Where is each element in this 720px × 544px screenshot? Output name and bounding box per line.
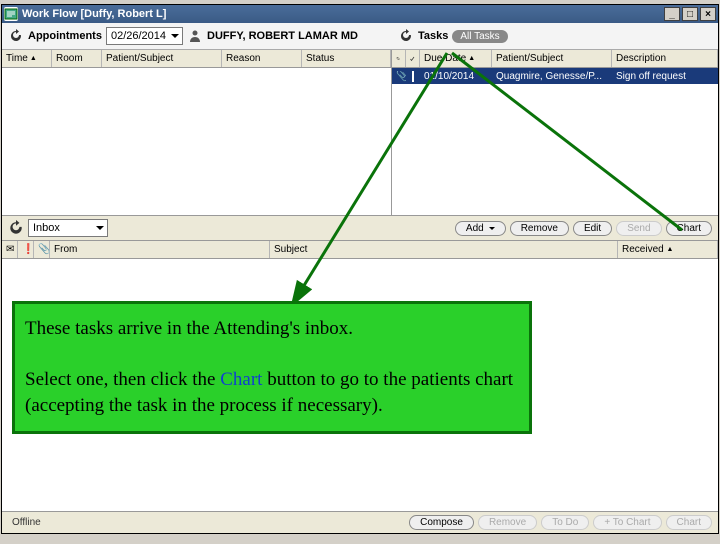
tasks-filter-pill[interactable]: All Tasks — [452, 30, 507, 43]
inbox-dropdown[interactable]: Inbox — [28, 219, 108, 237]
col-attach[interactable] — [392, 50, 406, 67]
col-duedate[interactable]: Due Date▲ — [420, 50, 492, 67]
appt-column-headers: Time▲ Room Patient/Subject Reason Status — [2, 50, 391, 68]
task-row[interactable]: 📎 01/10/2014 Quagmire, Genesse/P... Sign… — [392, 68, 718, 84]
minimize-button[interactable]: _ — [664, 7, 680, 21]
appointments-label: Appointments — [28, 30, 102, 42]
col-check[interactable] — [406, 50, 420, 67]
col-from[interactable]: From — [50, 241, 270, 258]
tochart-button: + To Chart — [593, 515, 661, 530]
task-list-body[interactable]: 📎 01/10/2014 Quagmire, Genesse/P... Sign… — [392, 68, 718, 215]
annotation-line1: These tasks arrive in the Attending's in… — [25, 316, 519, 342]
compose-button[interactable]: Compose — [409, 515, 474, 530]
edit-button[interactable]: Edit — [573, 221, 612, 236]
refresh-icon[interactable] — [8, 28, 24, 44]
col-received[interactable]: Received ▲ — [618, 241, 718, 258]
inbox-column-headers: ✉ ❗ 📎 From Subject Received ▲ — [2, 241, 718, 259]
col-inbox-icon1[interactable]: ✉ — [2, 241, 18, 258]
col-status[interactable]: Status — [302, 50, 391, 67]
maximize-button[interactable]: □ — [682, 7, 698, 21]
mid-toolbar: Inbox Add Remove Edit Send Chart — [2, 215, 718, 241]
send-button: Send — [616, 221, 661, 236]
refresh-inbox-icon[interactable] — [8, 220, 24, 236]
appt-list-body[interactable] — [2, 68, 391, 215]
flag-icon: 📎 — [396, 71, 406, 82]
col-task-desc[interactable]: Description — [612, 50, 718, 67]
date-dropdown[interactable]: 02/26/2014 — [106, 27, 183, 45]
bottom-chart-button: Chart — [666, 515, 712, 530]
person-icon — [187, 28, 203, 44]
status-offline: Offline — [8, 517, 41, 528]
col-room[interactable]: Room — [52, 50, 102, 67]
annotation-line2: Select one, then click the Chart button … — [25, 367, 519, 418]
task-patient: Quagmire, Genesse/P... — [492, 71, 612, 82]
col-inbox-icon2[interactable]: ❗ — [18, 241, 34, 258]
tasks-pane: Due Date▲ Patient/Subject Description 📎 … — [392, 50, 718, 215]
date-value: 02/26/2014 — [111, 30, 166, 42]
col-patient[interactable]: Patient/Subject — [102, 50, 222, 67]
top-toolbar: Appointments 02/26/2014 DUFFY, ROBERT LA… — [2, 23, 718, 50]
tasks-label: Tasks — [418, 30, 448, 42]
col-inbox-icon3[interactable]: 📎 — [34, 241, 50, 258]
close-button[interactable]: × — [700, 7, 716, 21]
task-due: 01/10/2014 — [420, 71, 492, 82]
provider-name: DUFFY, ROBERT LAMAR MD — [207, 30, 358, 42]
todo-button: To Do — [541, 515, 589, 530]
chart-button[interactable]: Chart — [666, 221, 712, 236]
refresh-tasks-icon[interactable] — [398, 28, 414, 44]
main-panes: Time▲ Room Patient/Subject Reason Status… — [2, 50, 718, 215]
bottom-remove-button: Remove — [478, 515, 537, 530]
col-task-patient[interactable]: Patient/Subject — [492, 50, 612, 67]
appointments-pane: Time▲ Room Patient/Subject Reason Status — [2, 50, 392, 215]
window-title: Work Flow [Duffy, Robert L] — [22, 8, 166, 20]
app-icon — [4, 7, 18, 21]
task-checkbox[interactable] — [412, 71, 414, 82]
bottom-toolbar: Offline Compose Remove To Do + To Chart … — [2, 511, 718, 533]
inbox-value: Inbox — [33, 222, 60, 234]
remove-button[interactable]: Remove — [510, 221, 569, 236]
titlebar: Work Flow [Duffy, Robert L] _ □ × — [2, 5, 718, 23]
add-button[interactable]: Add — [455, 221, 506, 236]
task-desc: Sign off request — [612, 71, 718, 82]
workflow-window: Work Flow [Duffy, Robert L] _ □ × Appoin… — [1, 4, 719, 534]
annotation-callout: These tasks arrive in the Attending's in… — [12, 301, 532, 434]
col-time[interactable]: Time▲ — [2, 50, 52, 67]
col-subject[interactable]: Subject — [270, 241, 618, 258]
task-column-headers: Due Date▲ Patient/Subject Description — [392, 50, 718, 68]
col-reason[interactable]: Reason — [222, 50, 302, 67]
